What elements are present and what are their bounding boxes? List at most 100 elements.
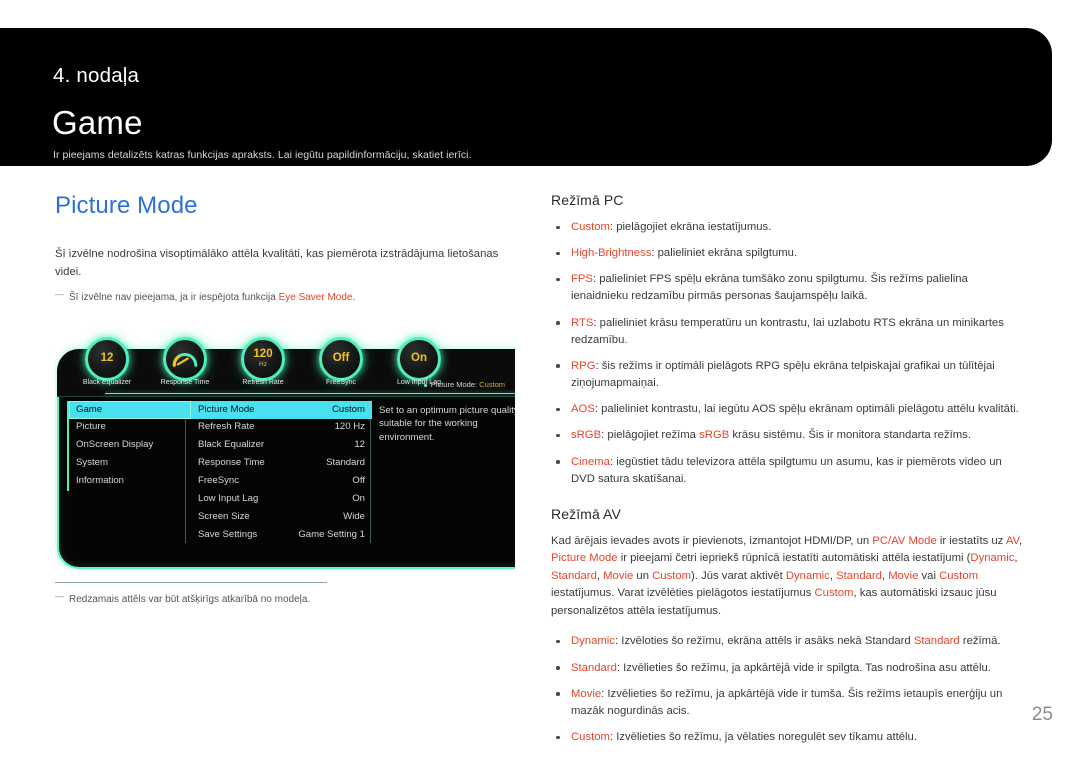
para-seg: ir pieejami četri iepriekš rūpnīcā iesta… [617,552,971,565]
bullet-term: AOS [571,403,595,416]
osd-dial-refresh-rate[interactable]: 120 Hz [241,337,285,381]
list-item: Custom: pielāgojiet ekrāna iestatījumus. [551,219,1023,236]
osd-dial-value: 120 [253,348,273,361]
chapter-label: 4. nodaļa [53,64,140,87]
osd-setting-value: Standard [326,457,365,469]
osd-setting-save-settings[interactable]: Save Settings Game Setting 1 [191,527,372,545]
footnote-divider [55,582,327,583]
osd-setting-value: Game Setting 1 [298,529,365,541]
list-item: Dynamic: Izvēloties šo režīmu, ekrāna at… [551,633,1023,650]
osd-category-label: Game [76,403,103,415]
bullet-term: Custom [571,731,610,743]
list-item: RPG: šis režīms ir optimāli pielāgots RP… [551,358,1023,392]
chapter-header-band: 4. nodaļa Game Ir pieejams detalizēts ka… [0,28,1052,166]
av-mode-paragraph: Kad ārējais ievades avots ir pievienots,… [551,533,1023,621]
page-number: 25 [1031,704,1053,725]
list-item: High-Brightness: palieliniet ekrāna spil… [551,245,1023,262]
osd-dial-label-response-time: Response Time [160,379,210,386]
para-seg: vai [918,569,940,582]
osd-category-label: Picture [76,421,106,433]
para-accent: Custom [652,569,692,582]
bullet-text: : palieliniet FPS spēļu ekrāna tumšāko z… [571,273,968,303]
bullet-text: : pielāgojiet ekrāna iestatījumus. [609,221,772,233]
left-column: Picture Mode Šī izvēlne nodrošina visopt… [55,192,525,607]
osd-category-list: Game Picture OnScreen Display System Inf… [67,401,191,491]
osd-category-label: OnScreen Display [76,439,154,451]
pc-mode-bullet-list: Custom: pielāgojiet ekrāna iestatījumus.… [551,219,1023,488]
para-seg: , [1014,552,1018,565]
osd-setting-value: Off [352,475,365,487]
subsection-title-av-mode: Režīmā AV [551,505,621,522]
osd-setting-label: Low Input Lag [198,493,259,505]
osd-category-label: Information [76,475,124,487]
model-footnote: Redzamais attēls var būt atšķirīgs atkar… [55,590,525,607]
bullet-text: : pielāgojiet režīma [601,429,700,442]
section-title-picture-mode: Picture Mode [55,192,198,219]
osd-category-onscreen-display[interactable]: OnScreen Display [69,437,191,455]
osd-category-game[interactable]: Game [69,401,191,419]
para-accent: Custom [939,569,979,582]
osd-setting-value: On [352,493,365,505]
para-accent: PC/AV Mode [872,534,937,547]
osd-breadcrumb: Picture Mode: Custom [423,380,505,389]
bullet-text: : Izvēloties šo režīmu, ekrāna attēls ir… [614,635,914,648]
osd-setting-value: Wide [343,511,365,523]
bullet-text: : iegūstiet tādu televizora attēla spilg… [571,455,1002,485]
osd-dial-label-freesync: FreeSync [326,379,356,386]
osd-dial-value: 12 [100,352,114,365]
bullet-term: Movie [571,687,602,700]
para-seg: , [1019,534,1023,547]
bullet-text-tail: režīmā. [959,635,1001,648]
osd-setting-refresh-rate[interactable]: Refresh Rate 120 Hz [191,419,372,437]
subsection-title-pc-mode: Režīmā PC [551,192,624,208]
osd-dial-value: On [411,352,427,365]
bullet-term: Custom [571,221,610,233]
para-accent: Standard [836,569,882,582]
page-title: Game [52,104,143,141]
bullet-term: Standard [571,661,617,674]
osd-setting-label: FreeSync [198,475,240,487]
bullet-text: : Izvēlieties šo režīmu, ja vēlaties nor… [609,731,917,743]
osd-setting-freesync[interactable]: FreeSync Off [191,473,372,491]
osd-settings-list: Picture Mode Custom Refresh Rate 120 Hz … [191,401,372,545]
osd-category-information[interactable]: Information [69,473,191,491]
osd-setting-black-equalizer[interactable]: Black Equalizer 12 [191,437,372,455]
bullet-term: FPS [571,273,593,286]
para-seg: ir iestatīts uz [936,534,1006,547]
osd-setting-screen-size[interactable]: Screen Size Wide [191,509,372,527]
para-seg: ). Jūs varat aktivēt [691,569,786,582]
osd-dial-freesync[interactable]: Off [319,337,363,381]
osd-dial-value: Off [332,352,350,365]
osd-setting-label: Response Time [198,457,265,469]
bullet-term: sRGB [571,429,602,442]
osd-dial-low-input-lag[interactable]: On [397,337,441,381]
osd-panel-divider-line [105,393,515,394]
osd-breadcrumb-label: Picture Mode: [430,380,478,389]
osd-setting-low-input-lag[interactable]: Low Input Lag On [191,491,372,509]
osd-description-text: Set to an optimum picture quality suitab… [379,404,515,444]
bullet-text: : Izvēlieties šo režīmu, ja apkārtējā vi… [571,687,1003,717]
bullet-term-inline: sRGB [699,429,730,442]
osd-setting-response-time[interactable]: Response Time Standard [191,455,372,473]
osd-breadcrumb-value: Custom [479,380,505,389]
intro-paragraph: Šī izvēlne nodrošina visoptimālāko attēl… [55,248,499,278]
note-prefix: Šī izvēlne nav pieejama, ja ir iespējota… [69,292,279,303]
osd-dial-black-equalizer[interactable]: 12 [85,337,129,381]
osd-category-system[interactable]: System [69,455,191,473]
list-item: Custom: Izvēlieties šo režīmu, ja vēlati… [551,729,1023,746]
osd-dial-unit: Hz [259,360,267,368]
para-accent: AV [1005,534,1020,547]
bullet-term: RPG [571,359,596,372]
para-accent: Movie [603,569,634,582]
osd-category-picture[interactable]: Picture [69,419,191,437]
list-item: sRGB: pielāgojiet režīma sRGB krāsu sist… [551,427,1023,444]
osd-setting-value: 12 [354,439,365,451]
osd-dial-response-time[interactable] [163,337,207,381]
osd-setting-picture-mode[interactable]: Picture Mode Custom [191,401,372,419]
para-accent: Dynamic [785,569,830,582]
bullet-term: Cinema [571,455,610,468]
right-column: Režīmā PC Custom: pielāgojiet ekrāna ies… [551,192,1023,764]
bullet-text: : šis režīms ir optimāli pielāgots RPG s… [571,359,995,390]
list-item: RTS: palieliniet krāsu temperatūru un ko… [551,315,1023,349]
av-mode-bullet-list: Dynamic: Izvēloties šo režīmu, ekrāna at… [551,633,1023,746]
